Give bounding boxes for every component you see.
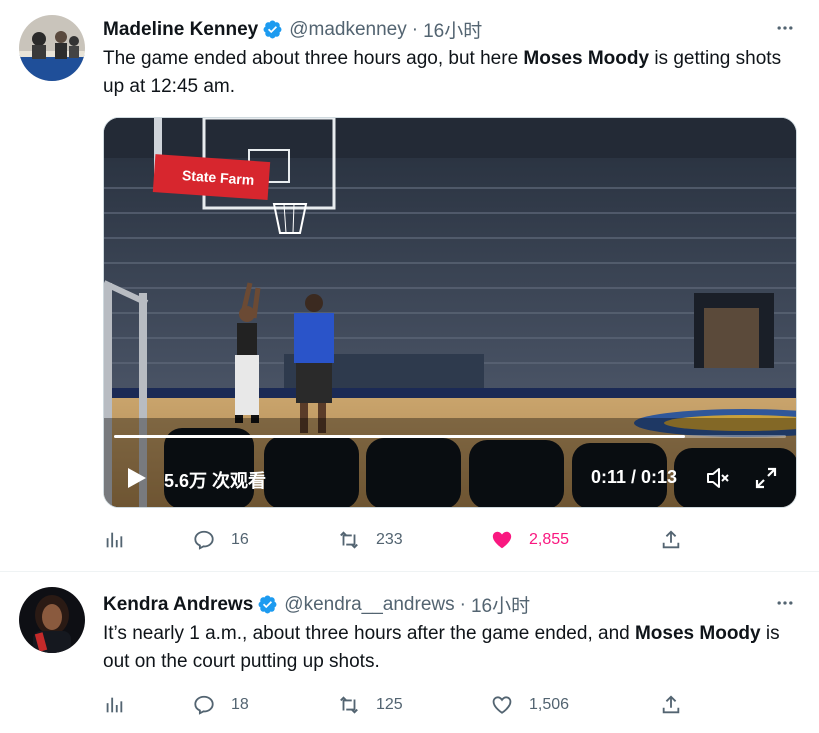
reply-icon (194, 530, 214, 550)
analytics-icon (106, 532, 123, 548)
heart-filled-icon (492, 531, 512, 549)
retweet-icon (340, 696, 358, 714)
like-count: 2,855 (529, 531, 570, 548)
more-options-icon[interactable] (773, 591, 797, 615)
video-progress-bar[interactable] (114, 435, 786, 438)
like-count: 1,506 (529, 696, 570, 713)
avatar[interactable] (19, 587, 85, 653)
like-button[interactable]: 1,506 (491, 690, 569, 720)
video-player[interactable]: State Farm 5.6万 次观看 0:11 / 0:13 (103, 117, 797, 508)
verified-badge-icon (263, 20, 282, 39)
author-display-name[interactable]: Madeline Kenney (103, 19, 258, 41)
fullscreen-icon[interactable] (754, 466, 778, 490)
share-button[interactable] (660, 525, 698, 555)
tweet-timestamp[interactable]: 16小时 (423, 16, 482, 43)
video-frame: State Farm (104, 118, 796, 507)
reply-icon (194, 695, 214, 715)
analytics-icon (106, 697, 123, 713)
verified-badge-icon (258, 595, 277, 614)
avatar[interactable] (19, 15, 85, 81)
tweet-actions: 18 125 1,506 (103, 690, 793, 720)
analytics-button[interactable] (103, 525, 141, 555)
retweet-icon (340, 531, 358, 549)
reply-button[interactable]: 18 (193, 690, 249, 720)
tweet-text-before: The game ended about three hours ago, bu… (103, 48, 524, 69)
video-time: 0:11 / 0:13 (591, 467, 678, 487)
analytics-button[interactable] (103, 690, 141, 720)
volume-muted-icon[interactable] (705, 465, 731, 491)
tweet-actions: 16 233 2,855 (103, 525, 793, 555)
tweet-text-bold: Moses Moody (634, 623, 761, 644)
author-handle[interactable]: @kendra__andrews (284, 594, 454, 616)
reply-count: 18 (231, 696, 249, 713)
separator-dot: · (459, 593, 466, 615)
reply-button[interactable]: 16 (193, 525, 249, 555)
author-display-name[interactable]: Kendra Andrews (103, 594, 253, 616)
reply-count: 16 (231, 531, 249, 548)
share-icon (662, 695, 680, 714)
like-button[interactable]: 2,855 (491, 525, 569, 555)
author-handle[interactable]: @madkenney (289, 19, 407, 41)
tweet-text-bold: Moses Moody (523, 48, 650, 69)
video-view-count: 5.6万 次观看 (164, 471, 267, 491)
play-icon[interactable] (124, 466, 148, 490)
tweet[interactable]: Kendra Andrews @kendra__andrews · 16小时 I… (0, 573, 819, 733)
heart-outline-icon (492, 696, 512, 714)
retweet-count: 125 (376, 696, 403, 713)
more-options-icon[interactable] (773, 16, 797, 40)
tweet-text: The game ended about three hours ago, bu… (103, 45, 793, 101)
tweet-header: Kendra Andrews @kendra__andrews · 16小时 (103, 591, 530, 618)
tweet-header: Madeline Kenney @madkenney · 16小时 (103, 16, 482, 43)
retweet-button[interactable]: 233 (338, 525, 403, 555)
retweet-count: 233 (376, 531, 403, 548)
tweet[interactable]: Madeline Kenney @madkenney · 16小时 The ga… (0, 0, 819, 572)
tweet-text-before: It’s nearly 1 a.m., about three hours af… (103, 623, 635, 644)
separator-dot: · (411, 18, 419, 40)
video-progress-fill (114, 435, 686, 438)
share-button[interactable] (660, 690, 698, 720)
tweet-timestamp[interactable]: 16小时 (471, 591, 530, 618)
retweet-button[interactable]: 125 (338, 690, 403, 720)
tweet-text: It’s nearly 1 a.m., about three hours af… (103, 620, 793, 676)
share-icon (662, 530, 680, 549)
